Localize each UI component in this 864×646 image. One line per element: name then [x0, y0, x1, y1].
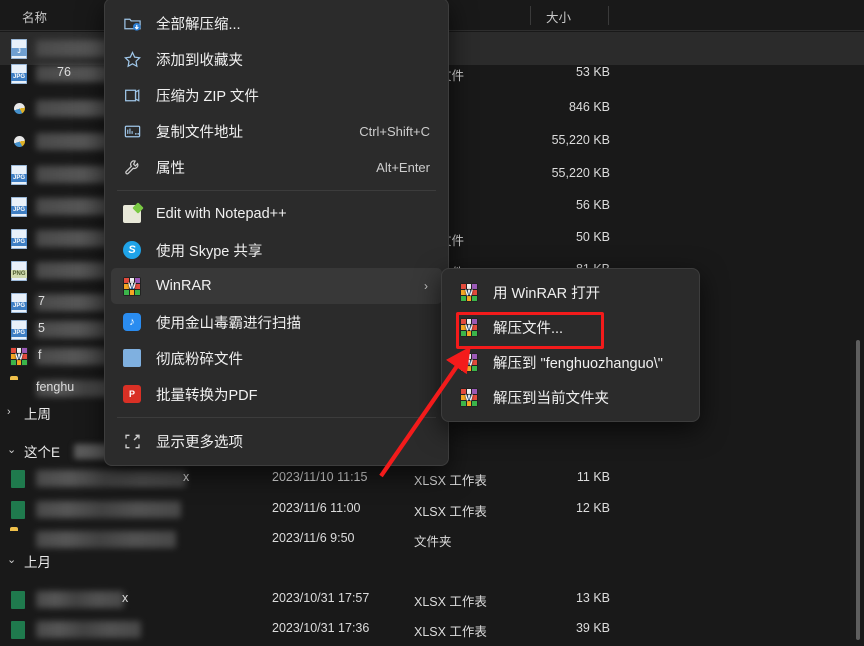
menu-item-label: WinRAR [156, 278, 212, 294]
menu-item-label: 复制文件地址 [156, 124, 243, 141]
group-header-label: 上周 [24, 407, 51, 422]
winrar-icon [458, 282, 480, 304]
menu-item-star-favorite[interactable]: 添加到收藏夹 [111, 41, 442, 77]
folder-icon [10, 530, 29, 550]
star-favorite-icon [121, 48, 143, 70]
menu-item-pdf-convert[interactable]: P 批量转换为PDF [111, 376, 442, 412]
group-header-label: 上月 [24, 555, 51, 570]
table-row[interactable]: 2023/11/6 11:00 XLSX 工作表 12 KB [0, 493, 864, 526]
zip-compress-icon [121, 84, 143, 106]
menu-item-label: 批量转换为PDF [156, 387, 258, 404]
group-header-label: 这个E [24, 445, 61, 460]
cell-file-size: 39 KB [575, 621, 610, 635]
menu-item-label: 使用 Skype 共享 [156, 243, 263, 260]
menu-item-winrar[interactable]: 解压到当前文件夹 [448, 380, 693, 415]
cell-file-size: 12 KB [575, 501, 610, 515]
winrar-submenu[interactable]: 用 WinRAR 打开解压文件... 解压到 "fenghuozhanguo\" 解… [441, 268, 700, 422]
vertical-scrollbar[interactable] [854, 30, 861, 640]
menu-item-zip-compress[interactable]: 压缩为 ZIP 文件 [111, 77, 442, 113]
menu-item-label: 显示更多选项 [156, 434, 243, 451]
menu-item-winrar[interactable]: 解压文件... [448, 310, 693, 345]
menu-item-label: 全部解压缩... [156, 16, 241, 33]
kingsoft-antivirus-icon: ♪ [121, 311, 143, 333]
menu-item-notepadpp[interactable]: Edit with Notepad++ [111, 196, 442, 232]
menu-item-winrar[interactable]: 用 WinRAR 打开 [448, 275, 693, 310]
menu-item-winrar[interactable]: 解压到 "fenghuozhanguo\" [448, 345, 693, 380]
file-name-fragment: 5 [38, 321, 45, 335]
winrar-icon [458, 387, 480, 409]
menu-item-label: Edit with Notepad++ [156, 206, 287, 222]
menu-item-kingsoft-antivirus[interactable]: ♪ 使用金山毒霸进行扫描 [111, 304, 442, 340]
chevron-down-icon[interactable]: ⌄ [7, 444, 19, 456]
folder-icon [10, 379, 29, 399]
winrar-archive-icon [10, 347, 29, 367]
file-name-fragment: fenghu [36, 380, 75, 394]
winrar-icon [458, 317, 480, 339]
table-row[interactable]: x 2023/11/10 11:15 XLSX 工作表 11 KB [0, 462, 864, 495]
menu-item-label: 解压到当前文件夹 [493, 391, 609, 407]
menu-item-shortcut: Alt+Enter [376, 159, 430, 175]
menu-item-shred-file[interactable]: 彻底粉碎文件 [111, 340, 442, 376]
pdf-convert-icon: P [121, 383, 143, 405]
context-menu[interactable]: 全部解压缩... 添加到收藏夹 压缩为 ZIP 文件 复制文件地址 Ctrl+Shift… [104, 0, 449, 466]
chevron-down-icon[interactable]: ⌄ [7, 554, 19, 566]
scrollbar-thumb[interactable] [856, 340, 860, 640]
cell-file-size: 13 KB [575, 591, 610, 605]
redacted-file-name [36, 531, 176, 548]
column-header-name[interactable]: 名称 [22, 7, 47, 26]
menu-item-show-more-options[interactable]: 显示更多选项 [111, 423, 442, 459]
cell-file-type: 文件夹 [414, 535, 452, 549]
cell-date-modified: 2023/11/6 9:50 [272, 531, 355, 545]
table-row[interactable]: x 2023/10/31 17:57 XLSX 工作表 13 KB [0, 583, 864, 616]
menu-item-label: 解压到 "fenghuozhanguo\" [493, 356, 663, 372]
notepadpp-icon [121, 203, 143, 225]
jpg-file-icon: J [10, 39, 29, 59]
jpg-file-icon: JPG [10, 320, 29, 340]
menu-item-label: 解压文件... [493, 321, 564, 337]
menu-item-properties-wrench[interactable]: 属性 Alt+Enter [111, 149, 442, 185]
menu-item-skype[interactable]: S 使用 Skype 共享 [111, 232, 442, 268]
winrar-icon [458, 352, 480, 374]
show-more-options-icon [121, 430, 143, 452]
menu-item-shortcut: Ctrl+Shift+C [359, 123, 430, 139]
menu-item-winrar[interactable]: WinRAR › [111, 268, 442, 304]
menu-item-label: 压缩为 ZIP 文件 [156, 88, 259, 105]
table-row[interactable]: 2023/11/6 9:50 文件夹 [0, 523, 864, 556]
cell-file-size: 11 KB [576, 470, 610, 484]
chevron-right-icon[interactable]: › [424, 279, 428, 293]
menu-item-copy-path[interactable]: 复制文件地址 Ctrl+Shift+C [111, 113, 442, 149]
menu-item-extract-all[interactable]: 全部解压缩... [111, 5, 442, 41]
file-name-fragment: f [38, 348, 42, 362]
copy-path-icon [121, 120, 143, 142]
menu-item-label: 添加到收藏夹 [156, 52, 243, 69]
menu-divider [117, 190, 436, 191]
winrar-icon [121, 275, 143, 297]
skype-icon: S [121, 239, 143, 261]
shred-file-icon [121, 347, 143, 369]
chevron-right-icon[interactable]: › [7, 406, 19, 418]
menu-divider [117, 417, 436, 418]
menu-item-label: 用 WinRAR 打开 [493, 286, 601, 302]
menu-item-label: 使用金山毒霸进行扫描 [156, 315, 301, 332]
properties-wrench-icon [121, 156, 143, 178]
column-separator[interactable] [530, 6, 531, 25]
menu-item-label: 彻底粉碎文件 [156, 351, 243, 368]
table-row[interactable]: 2023/10/31 17:36 XLSX 工作表 39 KB [0, 613, 864, 646]
extract-all-icon [121, 12, 143, 34]
menu-item-label: 属性 [156, 160, 185, 177]
column-separator[interactable] [608, 6, 609, 25]
column-header-size[interactable]: 大小 [546, 7, 571, 26]
